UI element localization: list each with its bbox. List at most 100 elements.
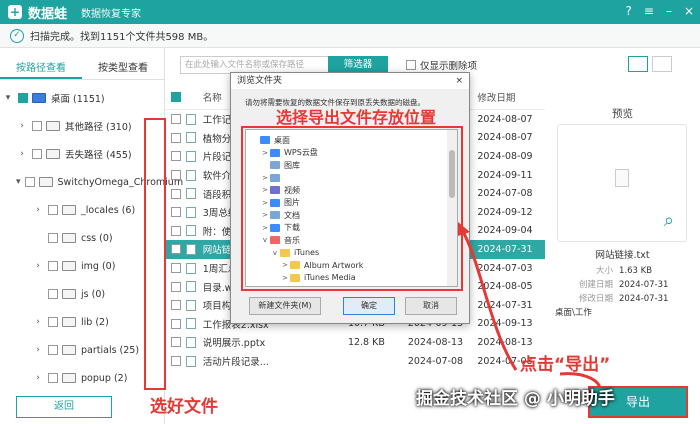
expand-right-icon[interactable]: ›: [16, 149, 28, 159]
folder-icon: [62, 261, 76, 271]
row-checkbox[interactable]: [170, 356, 181, 367]
row-type: 2024-07-08: [407, 355, 464, 367]
row-checkbox[interactable]: [170, 337, 181, 348]
cancel-button[interactable]: 取消: [405, 297, 457, 315]
expand-right-icon[interactable]: ›: [32, 317, 44, 327]
scan-status-text: 扫描完成。找到1151个文件共598 MB。: [30, 32, 214, 43]
preview-box: ⌕: [557, 124, 687, 242]
folder-icon: [62, 289, 76, 299]
tree-checkbox[interactable]: [32, 121, 42, 131]
tree-item[interactable]: › lib (2): [0, 308, 164, 336]
tree-item[interactable]: › 其他路径 (310): [0, 112, 164, 140]
expand-right-icon[interactable]: ›: [32, 261, 44, 271]
row-date: 2024-08-07: [477, 132, 533, 144]
tree-item[interactable]: › 丢失路径 (455): [0, 140, 164, 168]
document-icon: [615, 169, 629, 187]
meta-path: 桌面\工作: [555, 308, 592, 318]
select-all-checkbox[interactable]: [170, 91, 181, 102]
row-date: 2024-07-03: [477, 262, 533, 274]
view-mode-buttons: [628, 56, 672, 72]
help-icon[interactable]: ?: [626, 4, 632, 18]
tree-item[interactable]: › _locales (6): [0, 196, 164, 224]
row-checkbox[interactable]: [170, 225, 181, 236]
minimize-icon[interactable]: –: [666, 4, 672, 18]
preview-file-name: 网站链接.txt: [595, 250, 650, 261]
row-date: 2024-08-05: [477, 281, 533, 293]
row-checkbox[interactable]: [170, 207, 181, 218]
row-checkbox[interactable]: [170, 281, 181, 292]
tab-by-path[interactable]: 按路径查看: [0, 58, 82, 79]
file-icon: [186, 299, 197, 311]
tab-by-type[interactable]: 按类型查看: [82, 58, 164, 79]
tree-checkbox[interactable]: [48, 289, 58, 299]
row-date: 2024-09-04: [477, 225, 533, 237]
list-view-icon[interactable]: [652, 56, 672, 72]
menu-icon[interactable]: ≡: [644, 4, 654, 18]
row-checkbox[interactable]: [170, 170, 181, 181]
table-row[interactable]: 活动片段记录... 2024-07-08 2024-07-08: [165, 352, 545, 371]
grid-view-icon[interactable]: [628, 56, 648, 72]
tree-item-label: _locales (6): [81, 204, 136, 216]
tree-checkbox[interactable]: [32, 149, 42, 159]
new-folder-button[interactable]: 新建文件夹(M): [249, 297, 321, 315]
close-icon[interactable]: ×: [684, 4, 694, 18]
tree-checkbox[interactable]: [48, 261, 58, 271]
row-date: 2024-08-09: [477, 150, 533, 162]
tree-checkbox[interactable]: [48, 317, 58, 327]
col-date[interactable]: 修改日期: [477, 90, 545, 104]
file-icon: [186, 113, 197, 125]
close-icon[interactable]: ×: [455, 73, 463, 89]
row-checkbox[interactable]: [170, 244, 181, 255]
tree-item[interactable]: › partials (25): [0, 336, 164, 364]
row-checkbox[interactable]: [170, 188, 181, 199]
file-icon: [186, 225, 197, 237]
expand-right-icon[interactable]: ›: [32, 373, 44, 383]
expand-right-icon[interactable]: ›: [32, 205, 44, 215]
tree-item[interactable]: css (0): [0, 224, 164, 252]
tree-item[interactable]: js (0): [0, 280, 164, 308]
expand-down-icon[interactable]: ▾: [16, 177, 21, 187]
only-deleted-toggle[interactable]: 仅显示删除项: [402, 58, 477, 72]
only-deleted-checkbox[interactable]: [406, 60, 416, 70]
row-checkbox[interactable]: [170, 263, 181, 274]
row-date: 2024-07-31: [477, 243, 533, 255]
tree-item[interactable]: › popup (2): [0, 364, 164, 392]
expand-down-icon[interactable]: ▾: [2, 93, 14, 103]
tree-item[interactable]: ▾ 桌面 (1151): [0, 84, 164, 112]
back-button[interactable]: 返回: [16, 396, 112, 418]
row-checkbox[interactable]: [170, 114, 181, 125]
app-name: 数据蛙: [28, 6, 68, 22]
expand-right-icon[interactable]: ›: [16, 121, 28, 131]
file-icon: [186, 355, 197, 367]
expand-right-icon[interactable]: ›: [32, 345, 44, 355]
folder-icon: [62, 345, 76, 355]
preview-meta: 大小 1.63 KB 创建日期 2024-07-31 修改日期 2024-07-31 …: [555, 264, 668, 320]
annotation-box-folder: [241, 126, 463, 291]
check-icon: ✓: [10, 28, 24, 43]
tree-item-label: css (0): [81, 232, 113, 244]
tree-checkbox[interactable]: [48, 373, 58, 383]
zoom-icon[interactable]: ⌕: [664, 210, 674, 231]
tree-item[interactable]: ▾ SwitchyOmega_Chromium: [0, 168, 183, 196]
preview-panel: 预览 ⌕ 网站链接.txt 大小 1.63 KB 创建日期 2024-07-31 修…: [545, 84, 700, 384]
file-icon: [186, 336, 197, 348]
tree-checkbox[interactable]: [18, 93, 28, 103]
view-tabs: 按路径查看 按类型查看: [0, 58, 164, 80]
tree-checkbox[interactable]: [24, 177, 35, 187]
file-icon: [186, 188, 197, 200]
row-size: 12.8 KB: [347, 336, 385, 348]
row-checkbox[interactable]: [170, 318, 181, 329]
tree-checkbox[interactable]: [48, 205, 58, 215]
tree-checkbox[interactable]: [48, 233, 58, 243]
app-logo: + 数据蛙: [8, 3, 67, 22]
file-icon: [186, 150, 197, 162]
ok-button[interactable]: 确定: [343, 297, 395, 315]
row-checkbox[interactable]: [170, 132, 181, 143]
tree-checkbox[interactable]: [48, 345, 58, 355]
tree-item[interactable]: › img (0): [0, 252, 164, 280]
scan-status-bar: ✓ 扫描完成。找到1151个文件共598 MB。: [0, 24, 700, 48]
row-checkbox[interactable]: [170, 151, 181, 162]
table-row[interactable]: 说明展示.pptx 12.8 KB 2024-08-13 2024-08-13: [165, 333, 545, 352]
row-checkbox[interactable]: [170, 300, 181, 311]
row-date: 2024-09-13: [477, 318, 533, 330]
